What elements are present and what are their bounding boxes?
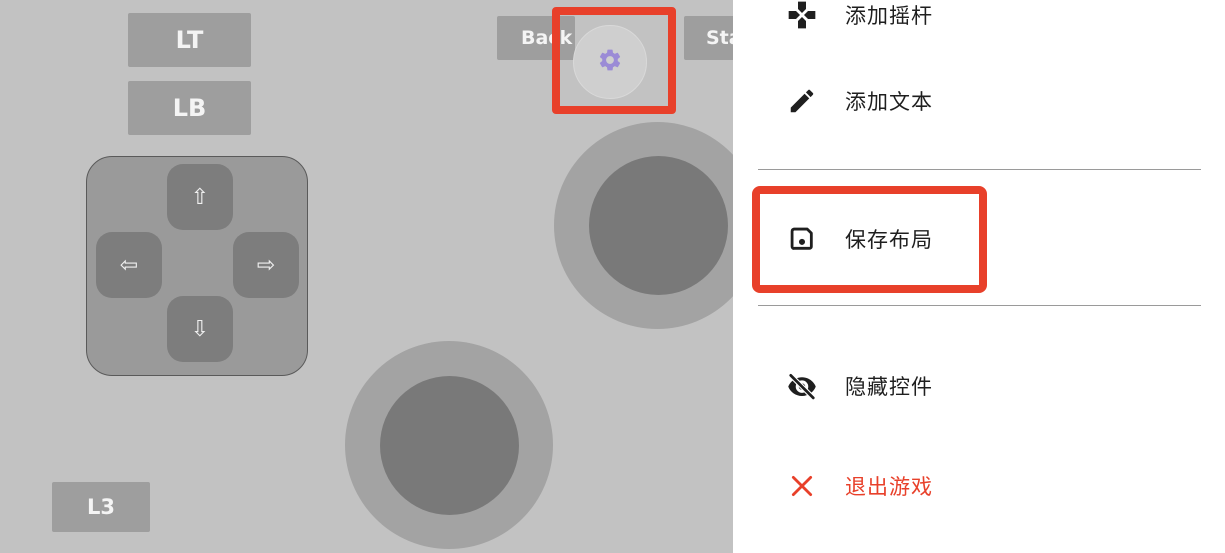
dpad-down-button[interactable]: ⇩ xyxy=(167,296,233,362)
dpad-right-button[interactable]: ⇨ xyxy=(233,232,299,298)
menu-item-label: 添加摇杆 xyxy=(845,4,933,28)
right-joystick-knob[interactable] xyxy=(589,156,728,295)
lt-button[interactable]: LT xyxy=(128,13,251,67)
menu-item-label: 添加文本 xyxy=(845,90,933,114)
settings-button[interactable] xyxy=(573,25,647,99)
game-screen: LT LB L3 Back Start ⇧ ⇦ ⇨ ⇩ 添加摇杆 xyxy=(0,0,1225,553)
dpad: ⇧ ⇦ ⇨ ⇩ xyxy=(86,156,308,376)
gear-icon xyxy=(597,47,623,77)
menu-item-add-joystick[interactable]: 添加摇杆 xyxy=(733,0,1225,45)
gamepad-icon xyxy=(785,0,819,32)
left-joystick-knob[interactable] xyxy=(380,376,519,515)
menu-divider xyxy=(758,305,1201,306)
menu-item-label: 保存布局 xyxy=(845,228,933,252)
side-menu: 添加摇杆 添加文本 保存布局 隐藏控件 退出游戏 xyxy=(733,0,1225,553)
dpad-up-button[interactable]: ⇧ xyxy=(167,164,233,230)
menu-divider xyxy=(758,169,1201,170)
lb-button[interactable]: LB xyxy=(128,81,251,135)
dpad-left-button[interactable]: ⇦ xyxy=(96,232,162,298)
eye-off-icon xyxy=(785,369,819,403)
save-icon xyxy=(785,222,819,256)
menu-item-exit-game[interactable]: 退出游戏 xyxy=(733,456,1225,516)
pencil-icon xyxy=(785,84,819,118)
l3-button[interactable]: L3 xyxy=(52,482,150,532)
menu-item-hide-controls[interactable]: 隐藏控件 xyxy=(733,356,1225,416)
menu-item-save-layout[interactable]: 保存布局 xyxy=(733,209,1225,269)
close-icon xyxy=(785,469,819,503)
menu-item-label: 隐藏控件 xyxy=(845,375,933,399)
menu-item-label: 退出游戏 xyxy=(845,475,933,499)
back-button[interactable]: Back xyxy=(497,16,575,60)
menu-item-add-text[interactable]: 添加文本 xyxy=(733,71,1225,131)
